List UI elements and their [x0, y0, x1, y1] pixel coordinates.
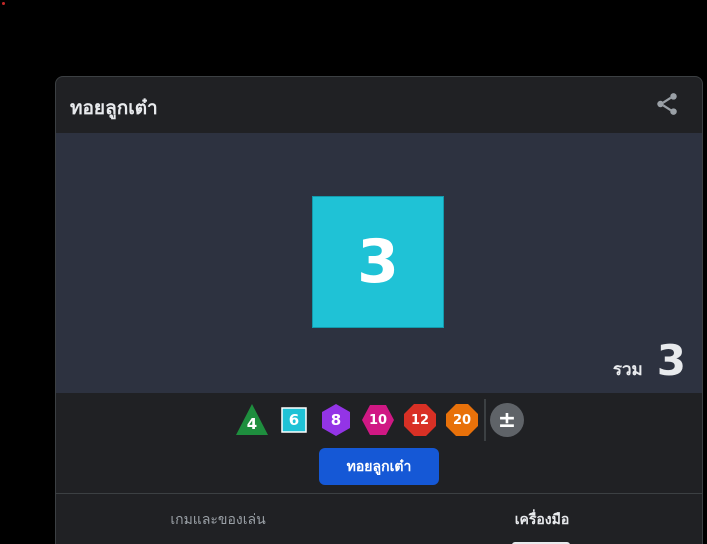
dice-roller-card: ทอยลูกเต๋า 3 รวม 3 4 6 8 10 12 20 ± ทอยล… — [55, 76, 703, 544]
d8-button[interactable]: 8 — [318, 402, 354, 438]
d10-label: 10 — [368, 412, 388, 428]
total-value: 3 — [656, 336, 686, 385]
d12-label: 12 — [410, 412, 430, 428]
tab-games-and-toys[interactable]: เกมและของเล่น — [56, 494, 380, 544]
d12-button[interactable]: 12 — [402, 402, 438, 438]
category-tabs: เกมและของเล่น เครื่องมือ — [56, 493, 702, 544]
d4-label: 4 — [246, 415, 258, 433]
d10-button[interactable]: 10 — [360, 402, 396, 438]
d8-label: 8 — [330, 411, 342, 429]
roll-dice-button[interactable]: ทอยลูกเต๋า — [319, 448, 439, 485]
rolled-die-value: 3 — [357, 227, 399, 297]
total-display: รวม 3 — [613, 336, 686, 385]
d6-label: 6 — [288, 411, 300, 429]
total-label: รวม — [612, 360, 643, 380]
d4-button[interactable]: 4 — [234, 402, 270, 438]
share-button[interactable] — [654, 91, 680, 117]
card-header: ทอยลูกเต๋า — [56, 77, 702, 133]
d20-label: 20 — [452, 412, 472, 428]
corner-dot — [2, 2, 5, 5]
rolled-die: 3 — [312, 196, 444, 328]
d6-button[interactable]: 6 — [276, 402, 312, 438]
dice-selector: 4 6 8 10 12 20 ± — [234, 399, 524, 441]
dice-divider — [484, 399, 486, 441]
modifier-button[interactable]: ± — [490, 403, 524, 437]
share-icon — [657, 93, 677, 115]
dice-stage: 3 รวม 3 — [56, 133, 702, 393]
d20-button[interactable]: 20 — [444, 402, 480, 438]
tab-tools[interactable]: เครื่องมือ — [380, 494, 702, 544]
card-title: ทอยลูกเต๋า — [70, 97, 158, 119]
